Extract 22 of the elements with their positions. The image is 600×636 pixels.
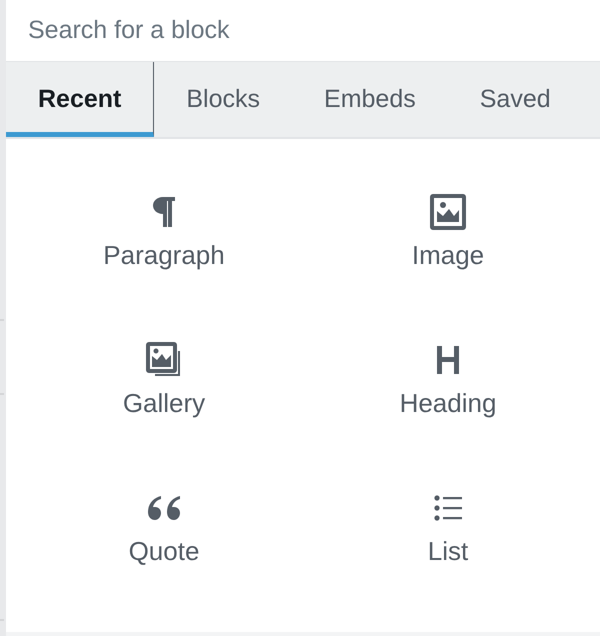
gallery-icon bbox=[146, 342, 182, 378]
tab[interactable]: Blocks bbox=[154, 62, 292, 137]
block-label: Image bbox=[412, 240, 484, 270]
list-icon bbox=[434, 495, 462, 521]
pilcrow-icon bbox=[153, 197, 175, 227]
tab[interactable]: Embeds bbox=[292, 62, 448, 137]
block-label: Gallery bbox=[122, 388, 206, 418]
block-item[interactable]: Heading bbox=[306, 306, 590, 454]
block-label: List bbox=[428, 536, 468, 566]
image-icon bbox=[430, 194, 466, 230]
block-label: Heading bbox=[400, 388, 496, 418]
block-label: Quote bbox=[128, 536, 200, 566]
block-label: Paragraph bbox=[103, 240, 225, 270]
tab[interactable]: Recent bbox=[6, 62, 154, 137]
block-item[interactable]: Paragraph bbox=[22, 158, 306, 306]
block-item[interactable]: Quote bbox=[22, 454, 306, 602]
quote-icon bbox=[146, 495, 182, 521]
block-item[interactable]: List bbox=[306, 454, 590, 602]
block-item[interactable]: Gallery bbox=[22, 306, 306, 454]
block-item[interactable]: Image bbox=[306, 158, 590, 306]
heading-icon bbox=[437, 346, 459, 374]
tab[interactable]: Saved bbox=[448, 62, 583, 137]
